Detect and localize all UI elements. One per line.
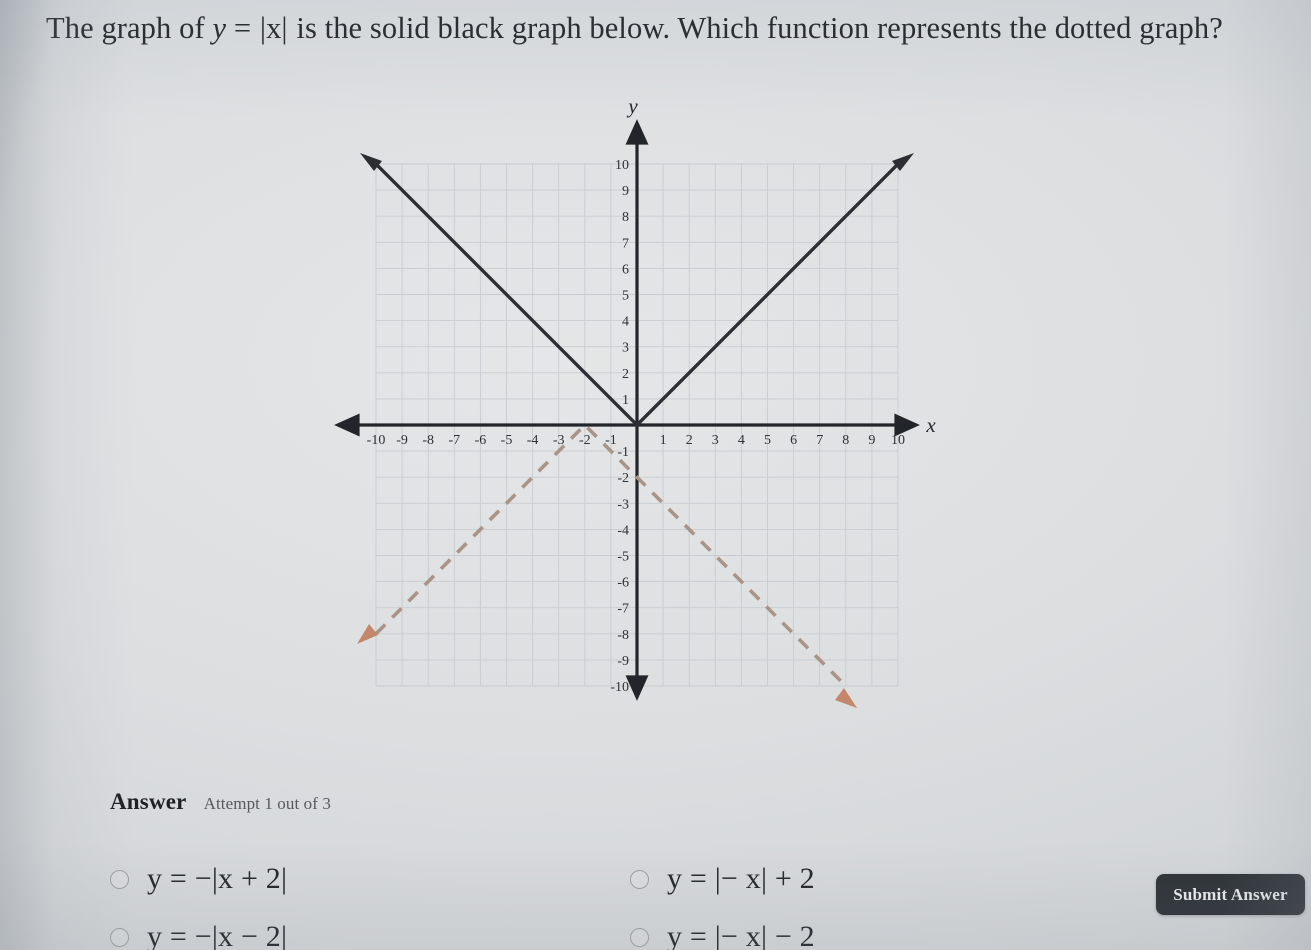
- answer-header: Answer Attempt 1 out of 3: [110, 789, 331, 815]
- y-axis-arrow-bottom: [625, 675, 649, 701]
- radio-button-3[interactable]: [630, 927, 649, 947]
- question-equation-equals: =: [233, 11, 252, 45]
- answer-option-label-0: y = −|x + 2|: [147, 862, 288, 895]
- y-tick-label: 3: [622, 341, 629, 356]
- x-tick-label: -4: [527, 433, 539, 448]
- question-text: The graph of y = |x| is the solid black …: [46, 8, 1303, 48]
- x-tick-label: 9: [868, 433, 875, 448]
- x-tick-label: -7: [448, 433, 460, 448]
- y-axis-arrow-top: [625, 119, 649, 145]
- x-tick-label: -6: [475, 433, 487, 448]
- radio-button-0[interactable]: [110, 869, 129, 889]
- y-tick-label: 8: [622, 210, 629, 225]
- x-tick-label: 1: [660, 433, 667, 448]
- question-equation-y: y: [212, 11, 227, 45]
- answer-option-0[interactable]: y = −|x + 2|: [110, 862, 287, 896]
- submit-answer-button[interactable]: Submit Answer: [1156, 874, 1305, 915]
- x-tick-label: -5: [501, 433, 513, 448]
- answer-title: Answer: [110, 789, 187, 814]
- y-tick-label: -9: [617, 654, 629, 669]
- y-tick-label: -6: [617, 576, 629, 591]
- x-tick-label: 8: [842, 433, 849, 448]
- y-tick-label: -1: [617, 445, 629, 460]
- radio-button-1[interactable]: [110, 927, 129, 947]
- x-tick-label: -10: [367, 433, 386, 448]
- y-tick-label: 7: [622, 236, 629, 251]
- x-tick-label: 3: [712, 433, 719, 448]
- graph-svg: y x -10 -9 -8 -7 -6 -5 -4 -3 -2 -1 1 2 3 4 5 6 7 8 9 10 10 9…: [334, 95, 936, 708]
- question-prefix: The graph of: [46, 11, 213, 45]
- y-tick-label: -4: [617, 523, 629, 538]
- x-tick-label: 6: [790, 433, 797, 448]
- x-axis-label: x: [925, 413, 936, 437]
- y-tick-label: -8: [617, 628, 629, 643]
- y-tick-label: 9: [622, 184, 629, 199]
- y-tick-label: 10: [615, 158, 629, 173]
- x-tick-label: 2: [686, 433, 693, 448]
- question-equation-abs: |x|: [259, 11, 288, 45]
- answer-option-3[interactable]: y = |− x| − 2: [630, 920, 815, 950]
- y-tick-label: -10: [610, 680, 629, 695]
- x-tick-label: 5: [764, 433, 771, 448]
- x-tick-label: -8: [422, 433, 434, 448]
- y-tick-label: 2: [622, 367, 629, 382]
- answer-option-label-2: y = |− x| + 2: [667, 862, 815, 895]
- dotted-curve-arrow-right: [835, 688, 857, 708]
- dotted-curve-arrow-left: [357, 624, 378, 644]
- y-axis-label: y: [626, 95, 638, 118]
- answer-option-label-1: y = −|x − 2|: [147, 920, 288, 950]
- x-axis-arrow-left: [334, 413, 360, 437]
- question-suffix: is the solid black graph below. Which fu…: [288, 11, 1223, 45]
- y-tick-label: 1: [622, 393, 629, 408]
- x-tick-label: 4: [738, 433, 745, 448]
- y-tick-label: -5: [617, 550, 629, 565]
- y-tick-label: 6: [622, 262, 629, 277]
- answer-option-2[interactable]: y = |− x| + 2: [630, 862, 815, 896]
- x-tick-label: 10: [891, 433, 905, 448]
- y-tick-label: -7: [617, 602, 629, 617]
- y-tick-label: -2: [617, 471, 629, 486]
- x-axis-arrow-right: [894, 413, 920, 437]
- answer-option-label-3: y = |− x| − 2: [667, 920, 815, 950]
- y-tick-label: -3: [617, 497, 629, 512]
- x-tick-label: -2: [579, 433, 591, 448]
- x-tick-label: 7: [816, 433, 823, 448]
- radio-button-2[interactable]: [630, 869, 649, 889]
- y-tick-label: 5: [622, 289, 629, 304]
- y-tick-label: 4: [622, 315, 629, 330]
- dotted-curve: [357, 422, 857, 708]
- x-tick-label: -9: [396, 433, 408, 448]
- answer-option-1[interactable]: y = −|x − 2|: [110, 920, 287, 950]
- coordinate-graph: y x -10 -9 -8 -7 -6 -5 -4 -3 -2 -1 1 2 3 4 5 6 7 8 9 10 10 9…: [330, 95, 950, 735]
- attempt-counter: Attempt 1 out of 3: [203, 794, 331, 813]
